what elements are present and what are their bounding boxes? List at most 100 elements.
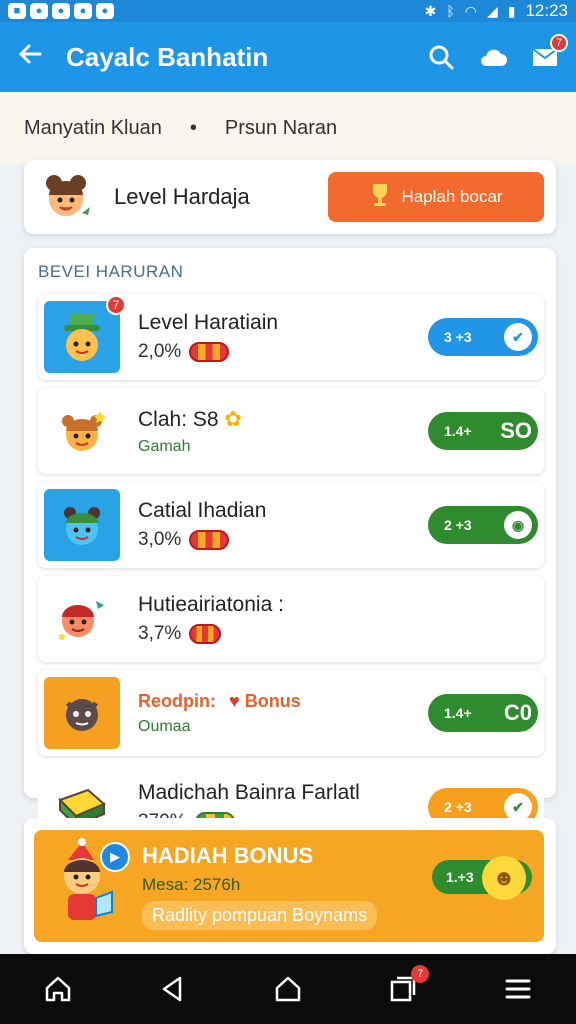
section-title: BEVEI HARURAN [38, 262, 184, 281]
list-item-name: Reodpin: ♥ Bonus [138, 691, 301, 712]
puzzle-icon: ✿ [224, 407, 242, 431]
reward-list-card: BEVEI HARURAN 7 Level Haratiain 2,0% 3 +… [24, 248, 556, 850]
bonus-card: ▶ HADIAH BONUS Mesa: 2576h Radlity pompu… [24, 818, 556, 954]
bluetooth-icon: ᛒ [446, 3, 455, 19]
reward-pill[interactable]: 1.4+ C0 [428, 694, 538, 732]
reward-pill-text: C0 [503, 700, 532, 725]
app-notification-icon: ● [96, 3, 114, 19]
wifi-icon: ◠ [464, 2, 477, 19]
avatar-thumb [44, 395, 120, 467]
thumb-badge: 7 [106, 295, 126, 315]
candy-icon [189, 530, 230, 550]
list-item-info: Hutieairiatonia : 3,7% [138, 593, 284, 645]
list-item-info: Level Haratiain 2,0% [138, 311, 278, 363]
list-item-name: Madichah Bainra Farlatl [138, 781, 360, 804]
app-bar-actions: 7 [426, 34, 568, 72]
reward-pill-label: 3 +3 [444, 329, 472, 345]
check-icon: ✔ [504, 323, 532, 351]
bonus-banner[interactable]: ▶ HADIAH BONUS Mesa: 2576h Radlity pompu… [34, 830, 544, 942]
avatar-thumb [44, 677, 120, 749]
tabs-bar: Manyatin Kluan • Prsun Naran [0, 92, 576, 164]
nav-bar: 7 [0, 954, 576, 1024]
list-item-name-text: Reodpin: [138, 690, 216, 711]
list-item-info: Clah: S8 ✿ Gamah [138, 407, 242, 456]
bonus-text: HADIAH BONUS Mesa: 2576h Radlity pompuan… [142, 842, 378, 930]
tab-separator: • [189, 116, 197, 139]
trophy-icon [369, 182, 391, 213]
list-item-sub: 2,0% [138, 341, 278, 363]
reward-pill[interactable]: 2 +3 ◉ [428, 506, 538, 544]
app-notification-icon: ● [30, 3, 48, 19]
recents-badge: 7 [411, 965, 430, 983]
avatar-thumb [44, 583, 120, 655]
home-icon[interactable] [40, 971, 76, 1007]
tab-left[interactable]: Manyatin Kluan [24, 117, 162, 140]
menu-icon[interactable] [500, 971, 536, 1007]
bonus-tag: Bonus [244, 690, 301, 711]
app-bar: Cayalc Banhatin 7 [0, 22, 576, 92]
girl-avatar-icon [36, 167, 96, 227]
candy-icon [189, 624, 222, 644]
cloud-icon[interactable] [478, 42, 508, 72]
list-item[interactable]: 7 Level Haratiain 2,0% 3 +3 ✔ [38, 294, 544, 380]
app-notification-icon: ● [74, 3, 92, 19]
bonus-pill-label: 1.+3 [446, 869, 474, 885]
reward-pill-label: 1.4+ [444, 423, 472, 439]
bonus-avatar-icon: ▶ [44, 836, 130, 936]
smiley-icon: ☻ [482, 856, 526, 900]
reward-pill-text: SO [500, 418, 532, 443]
mail-icon[interactable]: 7 [530, 34, 568, 72]
status-right: ✱ ᛒ ◠ ◢ ▮ 12:23 [425, 1, 568, 21]
reward-pill[interactable]: 1.4+ SO [428, 412, 538, 450]
reward-pill-label: 1.4+ [444, 705, 472, 721]
status-left-icons: ■ ● ● ● ● [8, 3, 114, 19]
mail-badge: 7 [550, 34, 568, 52]
tab-right[interactable]: Prsun Naran [225, 117, 337, 140]
play-icon[interactable]: ▶ [100, 842, 130, 872]
search-icon[interactable] [426, 42, 456, 72]
level-card: Level Hardaja Haplah bocar [24, 160, 556, 234]
recents-icon[interactable]: 7 [385, 965, 430, 1007]
list-item[interactable]: Catial Ihadian 3,0% 2 +3 ◉ [38, 482, 544, 568]
bonus-subtitle: Mesa: 2576h [142, 874, 241, 894]
list-item[interactable]: Hutieairiatonia : 3,7% [38, 576, 544, 662]
reward-pill[interactable]: 3 +3 ✔ [428, 318, 538, 356]
check-icon: ✔ [504, 793, 532, 821]
bluetooth-icon: ✱ [424, 2, 437, 19]
status-bar: ■ ● ● ● ● ✱ ᛒ ◠ ◢ ▮ 12:23 [0, 0, 576, 22]
list-item-value: 3,0% [138, 529, 182, 550]
list-item[interactable]: Reodpin: ♥ Bonus Oumaa 1.4+ C0 [38, 670, 544, 756]
home-outline-icon[interactable] [270, 971, 306, 1007]
list-item-info: Reodpin: ♥ Bonus Oumaa [138, 691, 301, 736]
list-item-value: 2,0% [138, 341, 182, 362]
heart-icon: ♥ [229, 690, 240, 711]
list-item-sub: Oumaa [138, 717, 191, 735]
reward-pill-label: 2 +3 [444, 799, 472, 815]
list-item-name: Catial Ihadian [138, 499, 267, 522]
list-item[interactable]: Clah: S8 ✿ Gamah 1.4+ SO [38, 388, 544, 474]
status-time: 12:23 [525, 1, 568, 20]
list-item-name: Level Haratiain [138, 311, 279, 334]
list-item-sub: 3,0% [138, 529, 266, 551]
back-arrow-icon[interactable] [16, 40, 56, 75]
app-notification-icon: ● [52, 3, 70, 19]
level-label: Level Hardaja [114, 184, 250, 209]
candy-icon [189, 342, 230, 362]
avatar-thumb [44, 489, 120, 561]
gift-button[interactable]: Haplah bocar [328, 172, 544, 222]
signal-icon: ◢ [486, 2, 498, 19]
list-item-sub: 3,7% [138, 623, 284, 645]
battery-icon: ▮ [507, 2, 516, 19]
play-circle-icon: ◉ [504, 511, 532, 539]
bonus-description: Radlity pompuan Boynams [142, 900, 378, 930]
back-icon[interactable] [155, 971, 191, 1007]
list-item-name: Clah: S8 ✿ [138, 407, 242, 432]
list-item-name: Hutieairiatonia : [138, 593, 284, 616]
app-notification-icon: ■ [8, 3, 26, 19]
avatar-thumb: 7 [44, 295, 126, 373]
bonus-title: HADIAH BONUS [142, 842, 314, 868]
reward-pill-label: 2 +3 [444, 517, 472, 533]
gift-button-label: Haplah bocar [401, 187, 503, 206]
app-title: Cayalc Banhatin [66, 41, 269, 72]
list-item-name-text: Clah: S8 [138, 407, 219, 431]
